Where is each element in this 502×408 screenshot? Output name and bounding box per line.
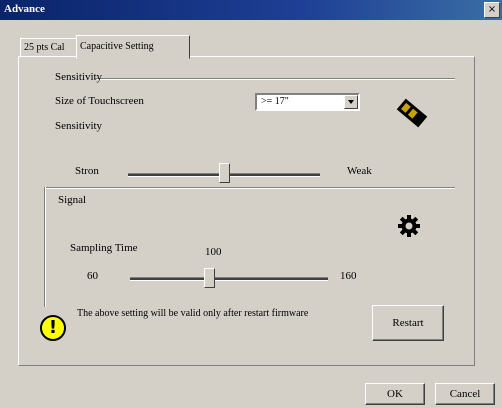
- warning-icon: !: [40, 315, 66, 341]
- tab-capacitive-setting[interactable]: Capacitive Setting: [76, 35, 190, 59]
- touchscreen-size-value: >= 17": [261, 96, 289, 107]
- sensitivity-sub-label: Sensitivity: [55, 120, 103, 132]
- sensitivity-group-title: Sensitivity: [55, 71, 103, 83]
- size-of-touchscreen-label: Size of Touchscreen: [55, 95, 144, 107]
- signal-group-line: [44, 187, 455, 189]
- close-button[interactable]: ×: [484, 2, 500, 18]
- title-bar: Advance ×: [0, 0, 502, 20]
- sampling-slider-thumb[interactable]: [204, 268, 215, 288]
- sampling-max-label: 160: [340, 270, 357, 282]
- window-title: Advance: [4, 3, 45, 15]
- touchscreen-size-combo[interactable]: >= 17": [255, 93, 360, 111]
- ok-button[interactable]: OK: [365, 383, 425, 405]
- cancel-button[interactable]: Cancel: [435, 383, 495, 405]
- strong-label: Stron: [75, 165, 99, 177]
- sensitivity-slider-thumb[interactable]: [219, 163, 230, 183]
- restart-button[interactable]: Restart: [372, 305, 444, 341]
- sampling-time-label: Sampling Time: [70, 242, 138, 254]
- sensitivity-group-line: [95, 78, 455, 80]
- sampling-slider-track: [130, 277, 328, 281]
- advance-dialog: Advance × 25 pts Cal Capacitive Setting …: [0, 0, 502, 408]
- gear-icon: [398, 215, 420, 237]
- chevron-down-icon[interactable]: [344, 95, 358, 109]
- tab-25pts-cal[interactable]: 25 pts Cal: [20, 38, 80, 58]
- signal-group-left-edge: [44, 187, 46, 307]
- sampling-time-value: 100: [205, 246, 222, 258]
- sampling-min-label: 60: [87, 270, 98, 282]
- restart-notice: The above setting will be valid only aft…: [77, 308, 309, 319]
- chip-icon: [396, 98, 428, 128]
- signal-group-title: Signal: [58, 194, 87, 206]
- weak-label: Weak: [347, 165, 372, 177]
